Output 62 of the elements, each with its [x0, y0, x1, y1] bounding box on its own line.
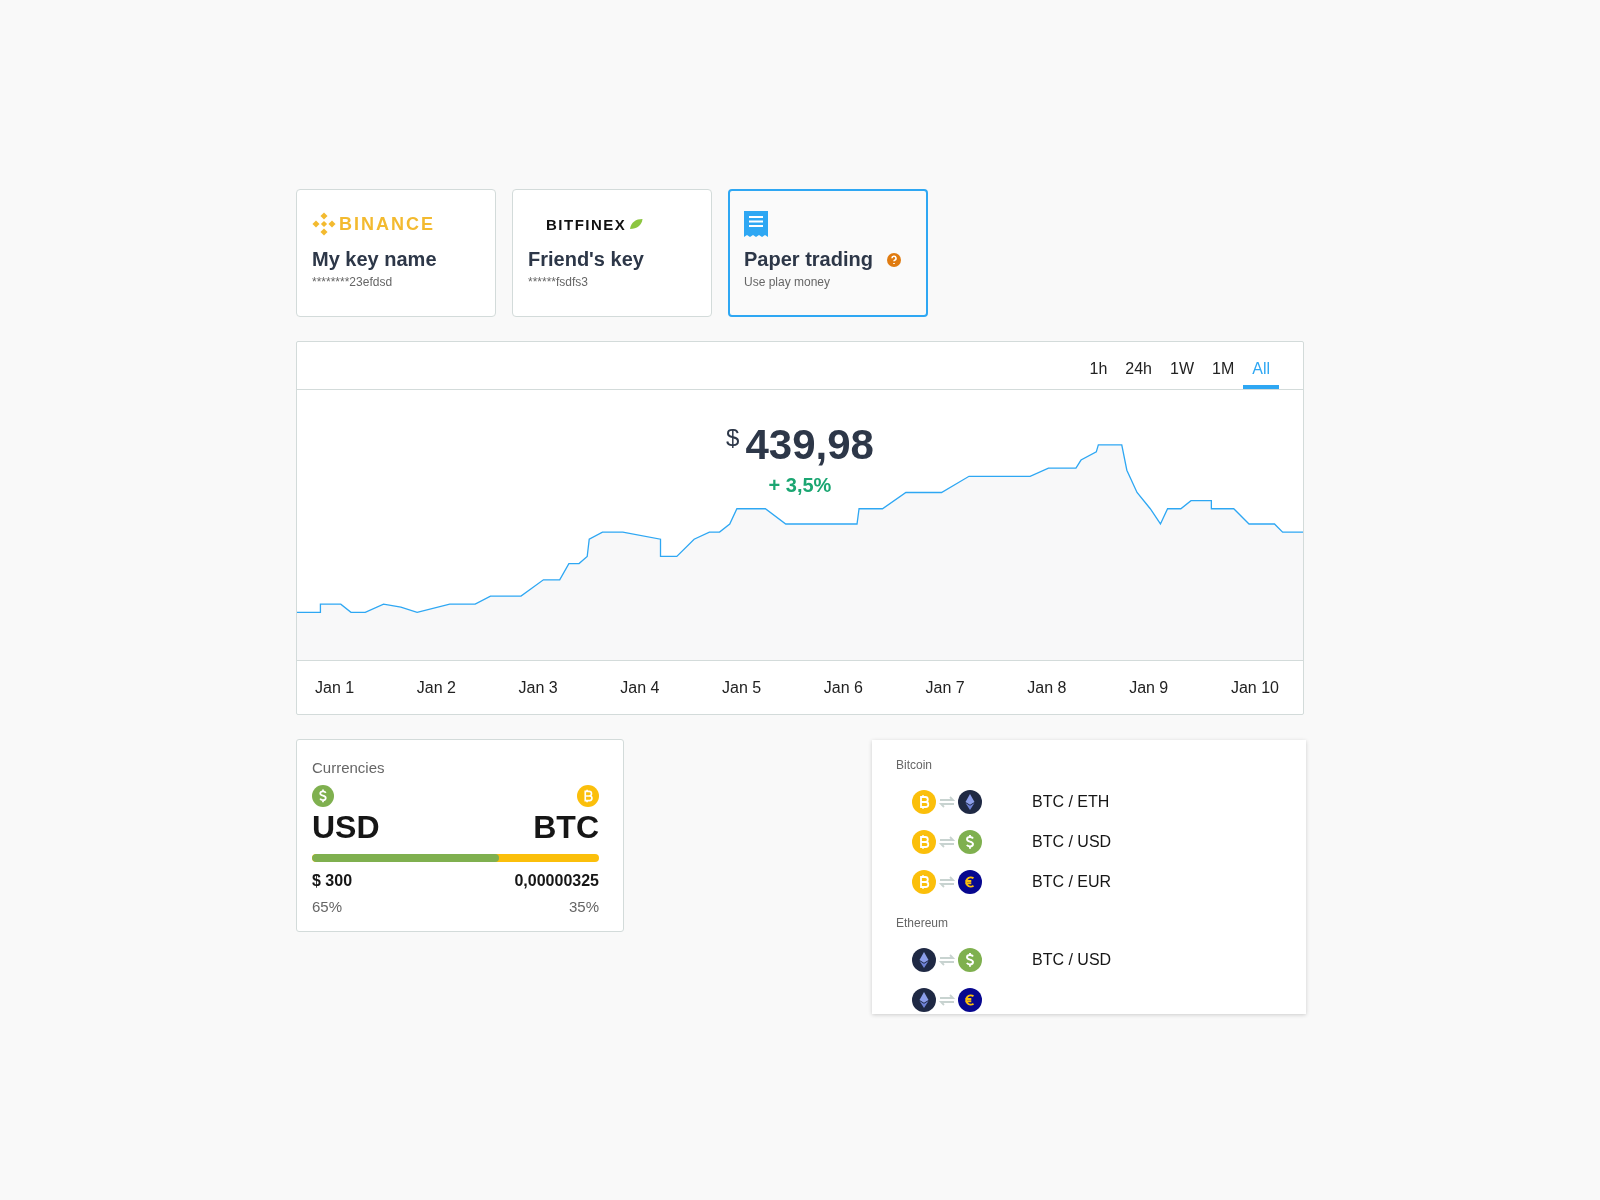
diamond-logo-icon: [312, 212, 336, 236]
receipt-icon: [744, 211, 768, 237]
pair-link[interactable]: BTC / USD: [1032, 833, 1112, 851]
logo-text: BINANCE: [339, 213, 435, 235]
currency-symbol: $: [726, 424, 740, 452]
card-title: Currencies: [312, 759, 385, 776]
bitcoin-icon: [912, 830, 936, 854]
group-title: Ethereum: [896, 916, 950, 930]
axis-label: Jan 7: [925, 678, 965, 697]
dollar-icon: [958, 948, 982, 972]
help-icon[interactable]: [886, 252, 901, 267]
bitcoin-icon: [912, 870, 936, 894]
pair-link[interactable]: BTC / ETH: [1032, 793, 1110, 811]
axis-label: Jan 10: [1230, 678, 1279, 697]
account-subtitle: ********23efdsd: [312, 275, 393, 289]
account-name: My key name: [312, 248, 437, 271]
dollar-icon: [312, 785, 334, 807]
axis-label: Jan 8: [1027, 678, 1067, 697]
ethereum-icon: [958, 790, 982, 814]
axis-label: Jan 2: [416, 678, 456, 697]
account-card[interactable]: Paper trading Use play money: [728, 189, 928, 317]
currency-code: USD: [312, 809, 380, 846]
swap-arrows-icon: [938, 953, 956, 967]
range-tab[interactable]: 24h: [1116, 342, 1161, 389]
leaf-icon: [629, 218, 644, 230]
swap-arrows-icon: [938, 875, 956, 889]
bitcoin-icon: [577, 785, 599, 807]
dollar-icon: [958, 830, 982, 854]
currency-share: 35%: [568, 898, 599, 915]
axis-label: Jan 3: [518, 678, 558, 697]
logo-text: BITFINEX: [546, 215, 627, 233]
account-subtitle: Use play money: [744, 275, 831, 289]
range-tab[interactable]: 1M: [1203, 342, 1244, 389]
pair-link[interactable]: BTC / EUR: [1032, 873, 1112, 891]
currency-code: BTC: [533, 809, 599, 846]
pair-link[interactable]: BTC / USD: [1032, 951, 1112, 969]
ethereum-icon: [912, 988, 936, 1012]
axis-label: Jan 9: [1129, 678, 1169, 697]
account-name: Friend's key: [528, 248, 644, 271]
range-tab[interactable]: 1h: [1080, 342, 1117, 389]
group-title: Bitcoin: [896, 758, 934, 772]
currency-share: 65%: [312, 898, 343, 915]
bitcoin-icon: [912, 790, 936, 814]
account-card[interactable]: BITFINEX Friend's key ******fsdfs3: [512, 189, 712, 317]
swap-arrows-icon: [938, 993, 956, 1007]
swap-arrows-icon: [938, 795, 956, 809]
currency-amount: $ 300: [312, 872, 353, 890]
axis-label: Jan 6: [823, 678, 863, 697]
euro-icon: [958, 870, 982, 894]
axis-label: Jan 1: [315, 678, 355, 697]
account-subtitle: ******fsdfs3: [528, 275, 589, 289]
axis-label: Jan 5: [722, 678, 762, 697]
account-card[interactable]: BINANCE My key name ********23efdsd: [296, 189, 496, 317]
axis-label: Jan 4: [620, 678, 660, 697]
account-name: Paper trading: [744, 248, 873, 271]
swap-arrows-icon: [938, 835, 956, 849]
portfolio-value: 439,98: [745, 422, 874, 468]
ethereum-icon: [912, 948, 936, 972]
value-change: + 3,5%: [768, 474, 832, 497]
euro-icon: [958, 988, 982, 1012]
currency-amount: 0,00000325: [514, 872, 599, 890]
range-tab[interactable]: 1W: [1161, 342, 1203, 389]
